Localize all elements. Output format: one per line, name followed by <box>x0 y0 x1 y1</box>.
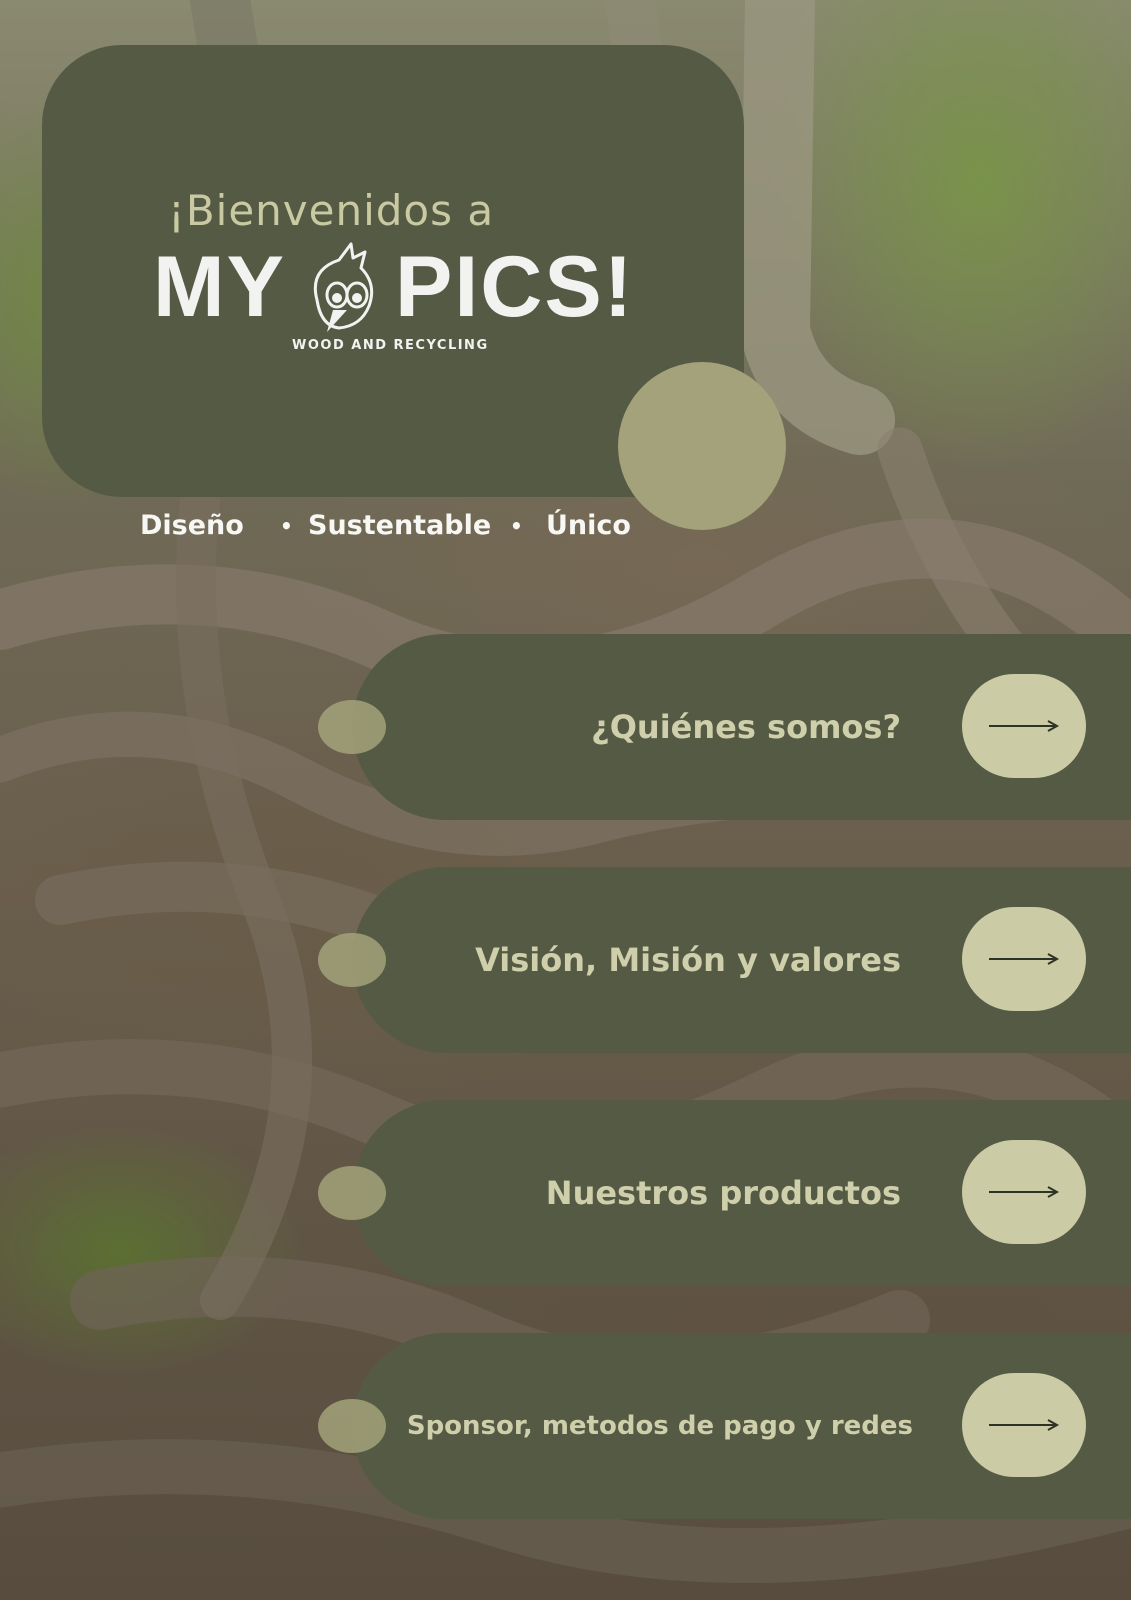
nav-item-label: Sponsor, metodos de pago y redes <box>406 1411 913 1441</box>
decorative-circle <box>618 362 786 530</box>
value-unico: Único <box>546 510 631 541</box>
nav-arrow-button[interactable] <box>962 907 1086 1011</box>
nav-dot <box>318 933 386 987</box>
brand-logo: MY PICS! <box>153 240 633 335</box>
nav-dot <box>318 1399 386 1453</box>
nav-item-label: ¿Quiénes somos? <box>591 708 901 746</box>
value-separator: • <box>510 514 523 538</box>
value-separator: • <box>280 514 293 538</box>
arrow-right-icon <box>989 1419 1060 1431</box>
value-sustentable: Sustentable <box>308 510 492 541</box>
welcome-heading: ¡Bienvenidos a <box>168 186 495 235</box>
nav-arrow-button[interactable] <box>962 1373 1086 1477</box>
value-diseno: Diseño <box>140 510 244 541</box>
nav-item-sponsor[interactable]: Sponsor, metodos de pago y redes <box>352 1333 1131 1519</box>
arrow-right-icon <box>989 720 1060 732</box>
brand-tagline: WOOD AND RECYCLING <box>292 338 489 353</box>
owl-icon <box>299 240 389 335</box>
arrow-right-icon <box>989 953 1060 965</box>
values-row: Diseño • Sustentable • Único <box>140 510 660 550</box>
brand-text-left: MY <box>153 239 286 335</box>
nav-item-quienes-somos[interactable]: ¿Quiénes somos? <box>352 634 1131 820</box>
nav-item-productos[interactable]: Nuestros productos <box>352 1100 1131 1286</box>
nav-item-vision-mision[interactable]: Visión, Misión y valores <box>352 867 1131 1053</box>
arrow-right-icon <box>989 1186 1060 1198</box>
nav-dot <box>318 700 386 754</box>
nav-item-label: Visión, Misión y valores <box>475 941 901 979</box>
nav-arrow-button[interactable] <box>962 674 1086 778</box>
brand-text-right: PICS! <box>395 239 635 335</box>
nav-dot <box>318 1166 386 1220</box>
nav-arrow-button[interactable] <box>962 1140 1086 1244</box>
nav-item-label: Nuestros productos <box>545 1174 901 1212</box>
